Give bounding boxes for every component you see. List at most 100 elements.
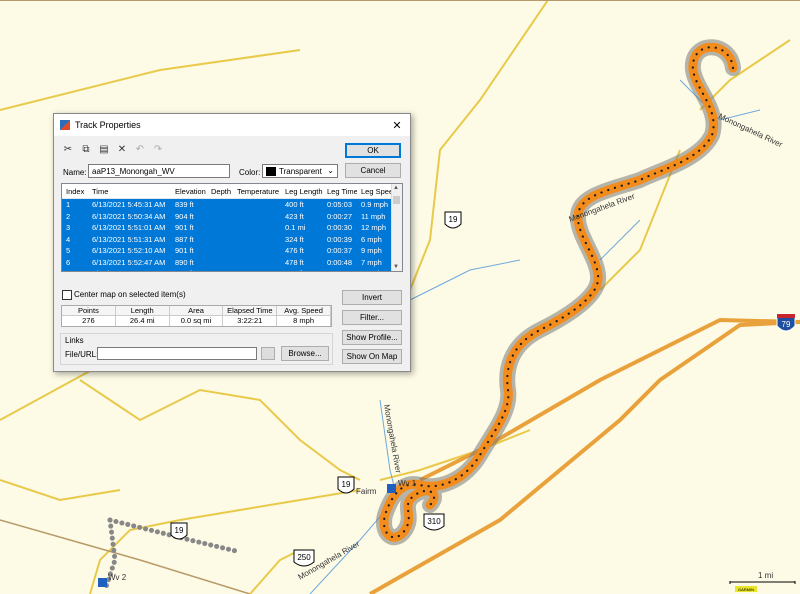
link-go-button[interactable] [261, 347, 275, 360]
title-bar: Track Properties ✕ [54, 114, 410, 136]
cell-leg-speed: 12 mph [361, 223, 387, 233]
cell-index: 2 [66, 211, 71, 221]
cell-leg-time: 0:00:27 [327, 211, 353, 221]
center-map-checkbox[interactable] [62, 290, 72, 300]
scale-label: 1 mi [758, 571, 773, 580]
scroll-thumb[interactable] [393, 196, 400, 204]
table-row[interactable]: 2 6/13/2021 5:50:34 AM 904 ft 423 ft 0:00:27… [62, 210, 402, 222]
center-map-label: Center map on selected item(s) [74, 290, 186, 299]
us310-shield-text: 310 [427, 517, 441, 526]
paste-icon[interactable]: ▤ [98, 144, 110, 155]
close-icon[interactable]: ✕ [384, 119, 410, 132]
cell-leg-speed: 6 mph [361, 234, 382, 244]
cell-elevation: 901 ft [175, 246, 194, 256]
cell-leg-length: 476 ft [285, 246, 304, 256]
ok-button[interactable]: OK [345, 143, 401, 158]
table-row[interactable]: 6 6/13/2021 5:52:47 AM 890 ft 478 ft 0:00:48… [62, 256, 402, 268]
cell-index: 7 [62, 269, 88, 271]
stats-elapsed: 3:22:21 [223, 316, 278, 326]
undo-icon[interactable]: ↶ [134, 144, 146, 155]
cell-leg-time: 0:00:39 [327, 234, 353, 244]
redo-icon[interactable]: ↷ [152, 144, 164, 155]
copy-icon[interactable]: ⧉ [80, 144, 92, 155]
cell-leg-time: 0:00:30 [327, 223, 353, 233]
file-url-label: File/URL: [65, 350, 99, 359]
table-row[interactable]: 5 6/13/2021 5:52:10 AM 901 ft 476 ft 0:00:37… [62, 245, 402, 257]
cell-leg-time: 0:00:48 [327, 257, 353, 267]
show-on-map-button[interactable]: Show On Map [342, 349, 402, 364]
waypoint-wv1-label: Wv 1 [398, 479, 417, 488]
cell-leg-speed: 9 mph [357, 269, 393, 271]
color-value: Transparent [279, 167, 322, 176]
cell-leg-length: 423 ft [285, 211, 304, 221]
filter-button[interactable]: Filter... [342, 310, 402, 325]
cell-time: 6/13/2021 5:52:47 AM [92, 257, 166, 267]
us310-shield: 310 [423, 513, 445, 531]
stats-header-speed: Avg. Speed [277, 306, 331, 316]
stats-points: 276 [62, 316, 116, 326]
cell-time: 6/13/2021 5:50:34 AM [92, 211, 166, 221]
cell-leg-length: 478 ft [285, 257, 304, 267]
us250-shield: 250 [293, 549, 315, 567]
invert-button[interactable]: Invert [342, 290, 402, 305]
cell-leg-length: 506 ft [281, 269, 323, 271]
cell-index: 6 [66, 257, 71, 267]
stats-table: Points Length Area Elapsed Time Avg. Spe… [61, 305, 332, 327]
col-elevation[interactable]: Elevation [171, 187, 207, 196]
links-group: Links File/URL: Browse... [60, 333, 333, 365]
stats-values: 276 26.4 mi 0.0 sq mi 3:22:21 8 mph [62, 316, 331, 326]
table-row[interactable]: 4 6/13/2021 5:51:31 AM 887 ft 324 ft 0:00:39… [62, 233, 402, 245]
scroll-up-icon[interactable]: ▲ [393, 185, 399, 191]
col-depth[interactable]: Depth [207, 187, 233, 196]
color-label: Color: [239, 168, 261, 177]
col-temperature[interactable]: Temperature [233, 187, 281, 196]
file-url-input[interactable] [97, 347, 257, 360]
color-select[interactable]: Transparent ⌄ [262, 164, 338, 178]
scissors-icon[interactable]: ✂ [62, 144, 74, 155]
show-profile-button[interactable]: Show Profile... [342, 330, 402, 345]
cell-leg-time: 0:00:37 [327, 246, 353, 256]
us19-shield-2: 19 [337, 476, 355, 494]
stats-header-length: Length [115, 306, 170, 316]
trackpoint-table[interactable]: Index Time Elevation Depth Temperature L… [61, 183, 403, 272]
name-label: Name: [63, 168, 87, 177]
cell-index: 1 [66, 200, 71, 210]
i79-shield: 79 [776, 313, 796, 332]
cancel-button[interactable]: Cancel [345, 163, 401, 178]
cell-index: 3 [66, 223, 71, 233]
cell-elevation: 890 ft [175, 257, 194, 267]
us19-shield-1: 19 [444, 211, 462, 229]
town-fairmont-label: Fairm [356, 487, 377, 496]
us19-shield-3: 19 [170, 522, 188, 540]
waypoint-wv2-label: Wv 2 [108, 573, 127, 582]
name-field[interactable]: aaP13_Monongah_WV [88, 164, 230, 178]
col-leg-length[interactable]: Leg Length [281, 187, 323, 196]
cell-leg-time: 0:05:03 [327, 200, 353, 210]
cell-leg-speed: 9 mph [361, 246, 382, 256]
col-time[interactable]: Time [88, 187, 171, 196]
cell-index: 4 [66, 234, 71, 244]
col-leg-speed[interactable]: Leg Speed [357, 187, 393, 196]
cell-leg-speed: 0.9 mph [361, 200, 389, 210]
table-row[interactable]: 3 6/13/2021 5:51:01 AM 901 ft 0.1 mi 0:00:30… [62, 222, 402, 234]
cell-elevation: 904 ft [175, 211, 194, 221]
browse-button[interactable]: Browse... [281, 346, 329, 361]
links-label: Links [65, 336, 84, 345]
app-icon [60, 120, 70, 130]
delete-icon[interactable]: ✕ [116, 144, 128, 155]
us19-shield-2-text: 19 [342, 480, 351, 489]
cell-index: 5 [66, 246, 71, 256]
stats-length: 26.4 mi [116, 316, 170, 326]
scroll-down-icon[interactable]: ▼ [393, 264, 399, 270]
table-row[interactable]: 76/13/2021 5:53:35 AM893 ft 506 ft0:00:37… [62, 268, 402, 271]
cell-time: 6/13/2021 5:51:31 AM [92, 234, 166, 244]
table-row[interactable]: 1 6/13/2021 5:45:31 AM 839 ft 400 ft 0:05:03… [62, 199, 402, 211]
col-index[interactable]: Index [62, 187, 88, 196]
track-properties-dialog: Track Properties ✕ ✂ ⧉ ▤ ✕ ↶ ↷ OK Cancel… [53, 113, 411, 372]
cell-elevation: 839 ft [175, 200, 194, 210]
col-leg-time[interactable]: Leg Time [323, 187, 357, 196]
us19-shield-3-text: 19 [175, 526, 184, 535]
cell-leg-time: 0:00:37 [323, 269, 357, 271]
us19-shield-1-text: 19 [449, 215, 458, 224]
table-scrollbar[interactable]: ▲ ▼ [391, 184, 402, 271]
